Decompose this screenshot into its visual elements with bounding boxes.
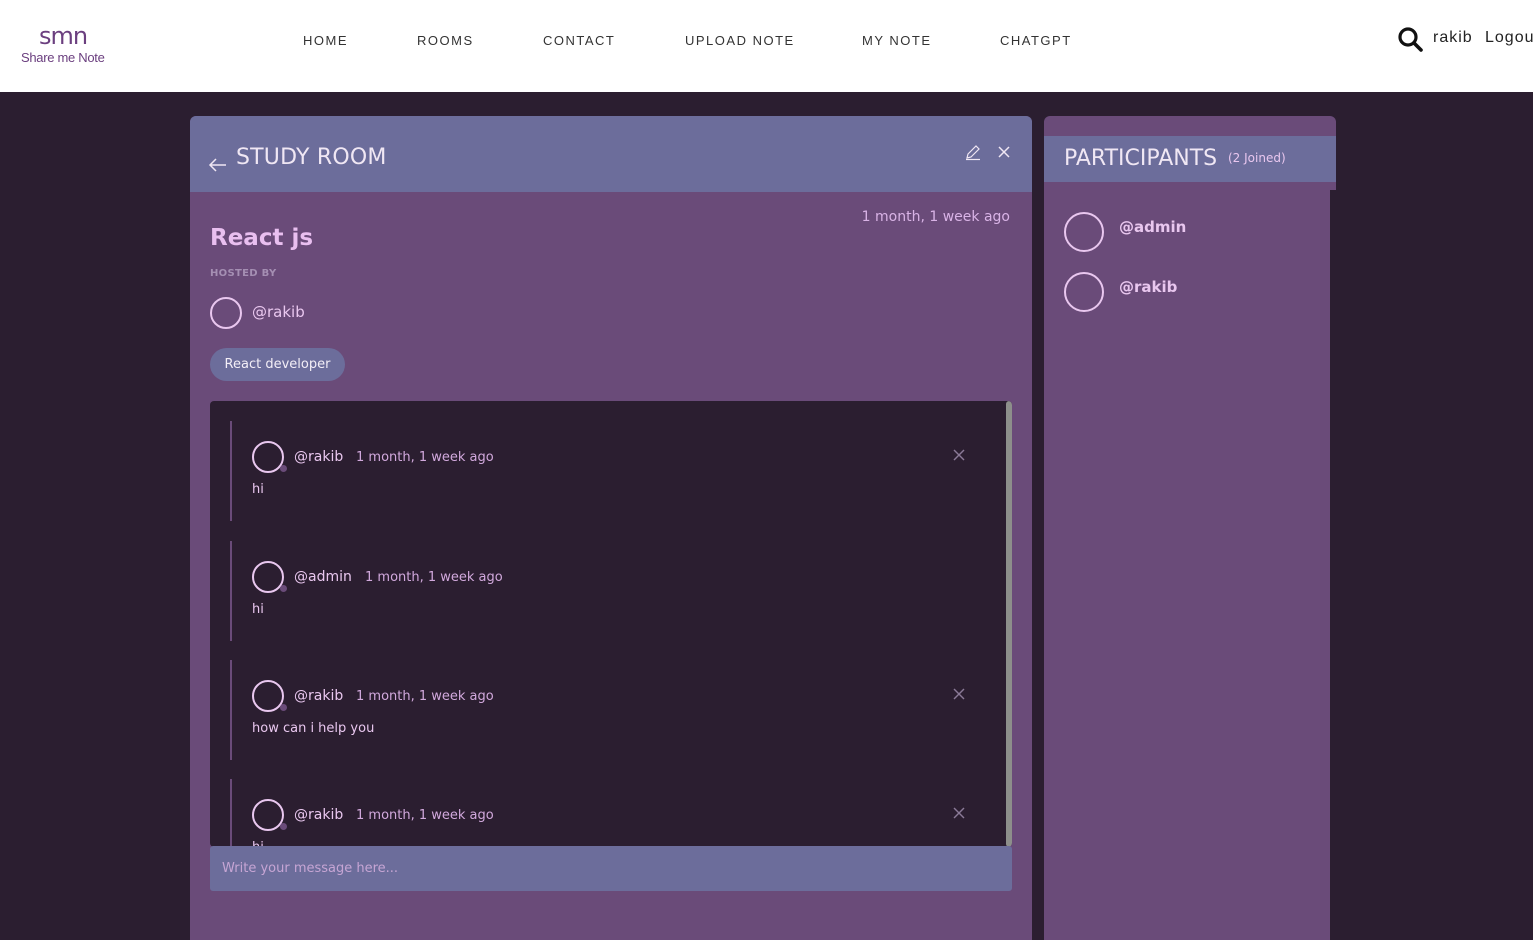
participants-title: PARTICIPANTS bbox=[1064, 146, 1218, 171]
status-dot bbox=[280, 465, 287, 472]
nav-home[interactable]: HOME bbox=[303, 33, 348, 49]
message-time: 1 month, 1 week ago bbox=[356, 808, 494, 823]
participant-item[interactable]: @rakib bbox=[1064, 272, 1304, 312]
avatar bbox=[1064, 272, 1104, 312]
status-dot bbox=[280, 823, 287, 830]
top-navbar: smn Share me Note HOME ROOMS CONTACT UPL… bbox=[0, 0, 1533, 92]
room-created-time: 1 month, 1 week ago bbox=[861, 209, 1010, 225]
message-time: 1 month, 1 week ago bbox=[365, 570, 503, 585]
status-dot bbox=[280, 704, 287, 711]
host-avatar[interactable] bbox=[210, 297, 242, 329]
logo-mark: smn bbox=[39, 22, 88, 50]
message-form bbox=[210, 846, 1012, 891]
participant-name: @rakib bbox=[1119, 278, 1178, 296]
logo-text: Share me Note bbox=[21, 50, 105, 65]
room-header-title: STUDY ROOM bbox=[236, 145, 387, 170]
site-logo[interactable]: smn Share me Note bbox=[20, 22, 130, 68]
hosted-by-label: HOSTED BY bbox=[210, 268, 277, 279]
logout-link[interactable]: Logout bbox=[1485, 29, 1533, 47]
message-item: @rakib 1 month, 1 week ago how can i hel… bbox=[230, 660, 970, 760]
delete-icon[interactable] bbox=[952, 806, 966, 820]
delete-icon[interactable] bbox=[952, 687, 966, 701]
message-text: how can i help you bbox=[252, 721, 375, 736]
nav-contact[interactable]: CONTACT bbox=[543, 33, 615, 49]
message-item: @rakib 1 month, 1 week ago hi bbox=[230, 421, 970, 521]
participant-name: @admin bbox=[1119, 218, 1187, 236]
nav-upload-note[interactable]: UPLOAD NOTE bbox=[685, 33, 795, 49]
room-panel: STUDY ROOM 1 month, 1 week ago React js … bbox=[190, 116, 1032, 940]
participant-item[interactable]: @admin bbox=[1064, 212, 1304, 252]
message-author[interactable]: @rakib bbox=[294, 449, 343, 465]
chat-scrollbar[interactable] bbox=[1006, 401, 1012, 847]
participants-scrollbar[interactable] bbox=[1330, 190, 1336, 940]
message-time: 1 month, 1 week ago bbox=[356, 689, 494, 704]
message-author[interactable]: @admin bbox=[294, 569, 352, 585]
search-icon[interactable] bbox=[1397, 26, 1423, 52]
message-author[interactable]: @rakib bbox=[294, 807, 343, 823]
nav-my-note[interactable]: MY NOTE bbox=[862, 33, 932, 49]
topic-tag[interactable]: React developer bbox=[210, 348, 345, 381]
room-header: STUDY ROOM bbox=[190, 116, 1032, 192]
message-input[interactable] bbox=[210, 846, 1012, 891]
status-dot bbox=[280, 585, 287, 592]
participants-count: (2 Joined) bbox=[1228, 151, 1286, 165]
room-name: React js bbox=[210, 225, 314, 251]
message-time: 1 month, 1 week ago bbox=[356, 450, 494, 465]
message-item: @admin 1 month, 1 week ago hi bbox=[230, 541, 970, 641]
delete-icon[interactable] bbox=[952, 448, 966, 462]
message-text: hi bbox=[252, 482, 264, 497]
nav-username: rakib bbox=[1433, 29, 1473, 46]
avatar bbox=[1064, 212, 1104, 252]
close-icon[interactable] bbox=[996, 144, 1012, 160]
participants-header: PARTICIPANTS (2 Joined) bbox=[1044, 136, 1336, 182]
participants-panel: PARTICIPANTS (2 Joined) @admin @rakib bbox=[1044, 116, 1336, 940]
nav-chatgpt[interactable]: CHATGPT bbox=[1000, 33, 1072, 49]
conversation-thread[interactable]: @rakib 1 month, 1 week ago hi @admin 1 m… bbox=[210, 401, 1012, 847]
host-username[interactable]: @rakib bbox=[252, 303, 305, 321]
message-text: hi bbox=[252, 602, 264, 617]
edit-icon[interactable] bbox=[964, 143, 982, 161]
nav-rooms[interactable]: ROOMS bbox=[417, 33, 474, 49]
message-author[interactable]: @rakib bbox=[294, 688, 343, 704]
message-item: @rakib 1 month, 1 week ago hi bbox=[230, 779, 970, 847]
arrow-left-icon[interactable] bbox=[208, 158, 228, 172]
